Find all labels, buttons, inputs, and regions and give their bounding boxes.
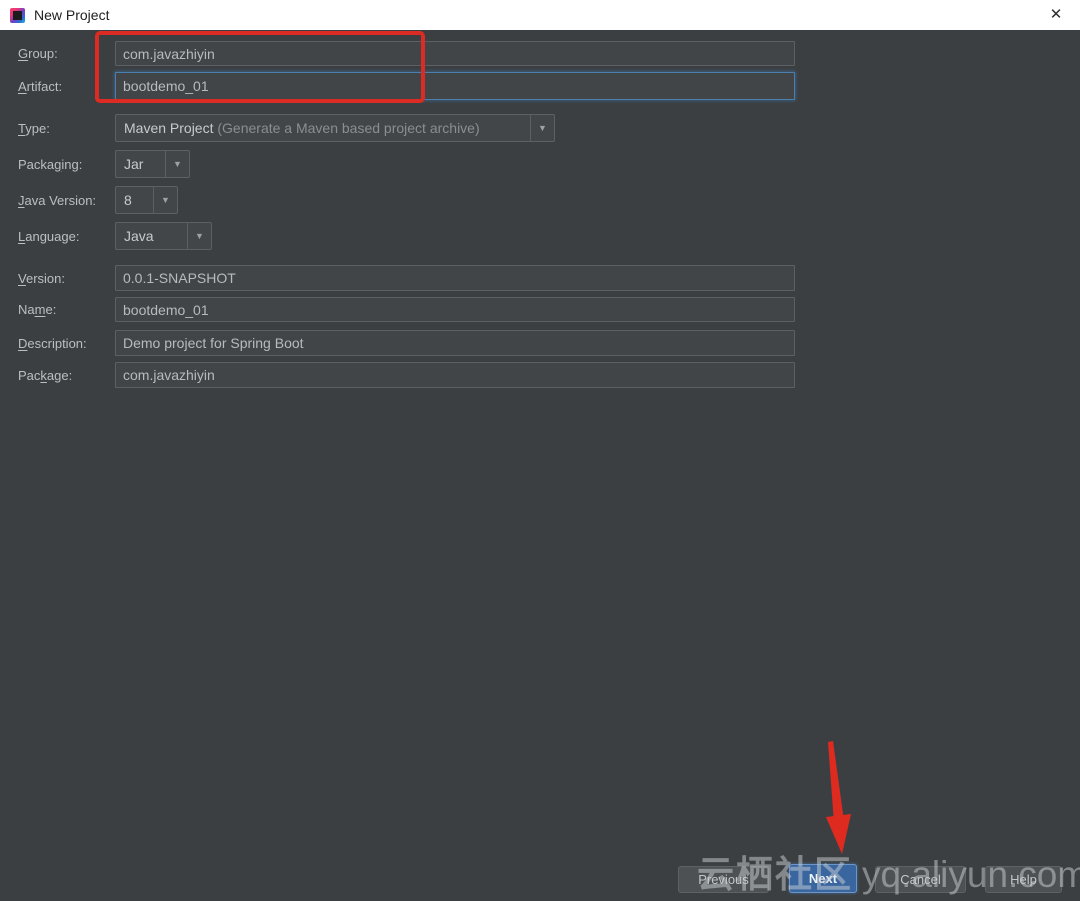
group-label: Group: [18, 46, 58, 61]
cancel-button[interactable]: Cancel [875, 866, 966, 893]
package-label: Package: [18, 367, 73, 383]
type-label: Type: [18, 120, 50, 136]
java-version-label: Java Version: [18, 192, 97, 208]
name-row: Name: [18, 297, 795, 322]
language-label: Language: [18, 228, 80, 244]
package-input[interactable] [115, 362, 795, 388]
new-project-form: Group: Artifact: Type: Maven Project (Ge… [0, 30, 1080, 901]
description-input[interactable] [115, 330, 795, 356]
chevron-down-icon[interactable]: ▼ [165, 151, 189, 177]
packaging-selected-value: Jar [124, 156, 144, 172]
language-select[interactable]: Java ▼ [115, 222, 212, 250]
dialog-title: New Project [34, 7, 110, 23]
previous-button[interactable]: Previous [678, 866, 769, 893]
language-row: Language: Java ▼ [18, 222, 212, 250]
language-selected-value: Java [124, 228, 154, 244]
group-row: Group: [18, 41, 795, 66]
packaging-label: Packaging: [18, 156, 83, 172]
type-selected-value: Maven Project (Generate a Maven based pr… [124, 120, 480, 136]
type-select[interactable]: Maven Project (Generate a Maven based pr… [115, 114, 555, 142]
description-label: Description: [18, 335, 87, 351]
description-row: Description: [18, 330, 795, 356]
java-version-selected-value: 8 [124, 192, 132, 208]
dialog-footer: Previous Next Cancel Help [0, 864, 1080, 896]
artifact-label: Artifact: [18, 78, 63, 94]
chevron-down-icon[interactable]: ▼ [530, 115, 554, 141]
packaging-select[interactable]: Jar ▼ [115, 150, 190, 178]
version-label: Version: [18, 270, 65, 286]
chevron-down-icon[interactable]: ▼ [187, 223, 211, 249]
packaging-row: Packaging: Jar ▼ [18, 150, 190, 178]
java-version-select[interactable]: 8 ▼ [115, 186, 178, 214]
artifact-input[interactable] [115, 72, 795, 100]
group-input[interactable] [115, 41, 795, 66]
type-row: Type: Maven Project (Generate a Maven ba… [18, 114, 555, 142]
next-button[interactable]: Next [789, 864, 857, 893]
package-row: Package: [18, 362, 795, 388]
artifact-row: Artifact: [18, 72, 795, 100]
java-version-row: Java Version: 8 ▼ [18, 186, 178, 214]
name-input[interactable] [115, 297, 795, 322]
intellij-logo-icon [10, 7, 25, 23]
version-input[interactable] [115, 265, 795, 291]
version-row: Version: [18, 265, 795, 291]
help-button[interactable]: Help [985, 866, 1062, 893]
dialog-titlebar: New Project ✕ [0, 0, 1080, 30]
close-icon[interactable]: ✕ [1044, 4, 1068, 26]
name-label: Name: [18, 302, 57, 317]
chevron-down-icon[interactable]: ▼ [153, 187, 177, 213]
